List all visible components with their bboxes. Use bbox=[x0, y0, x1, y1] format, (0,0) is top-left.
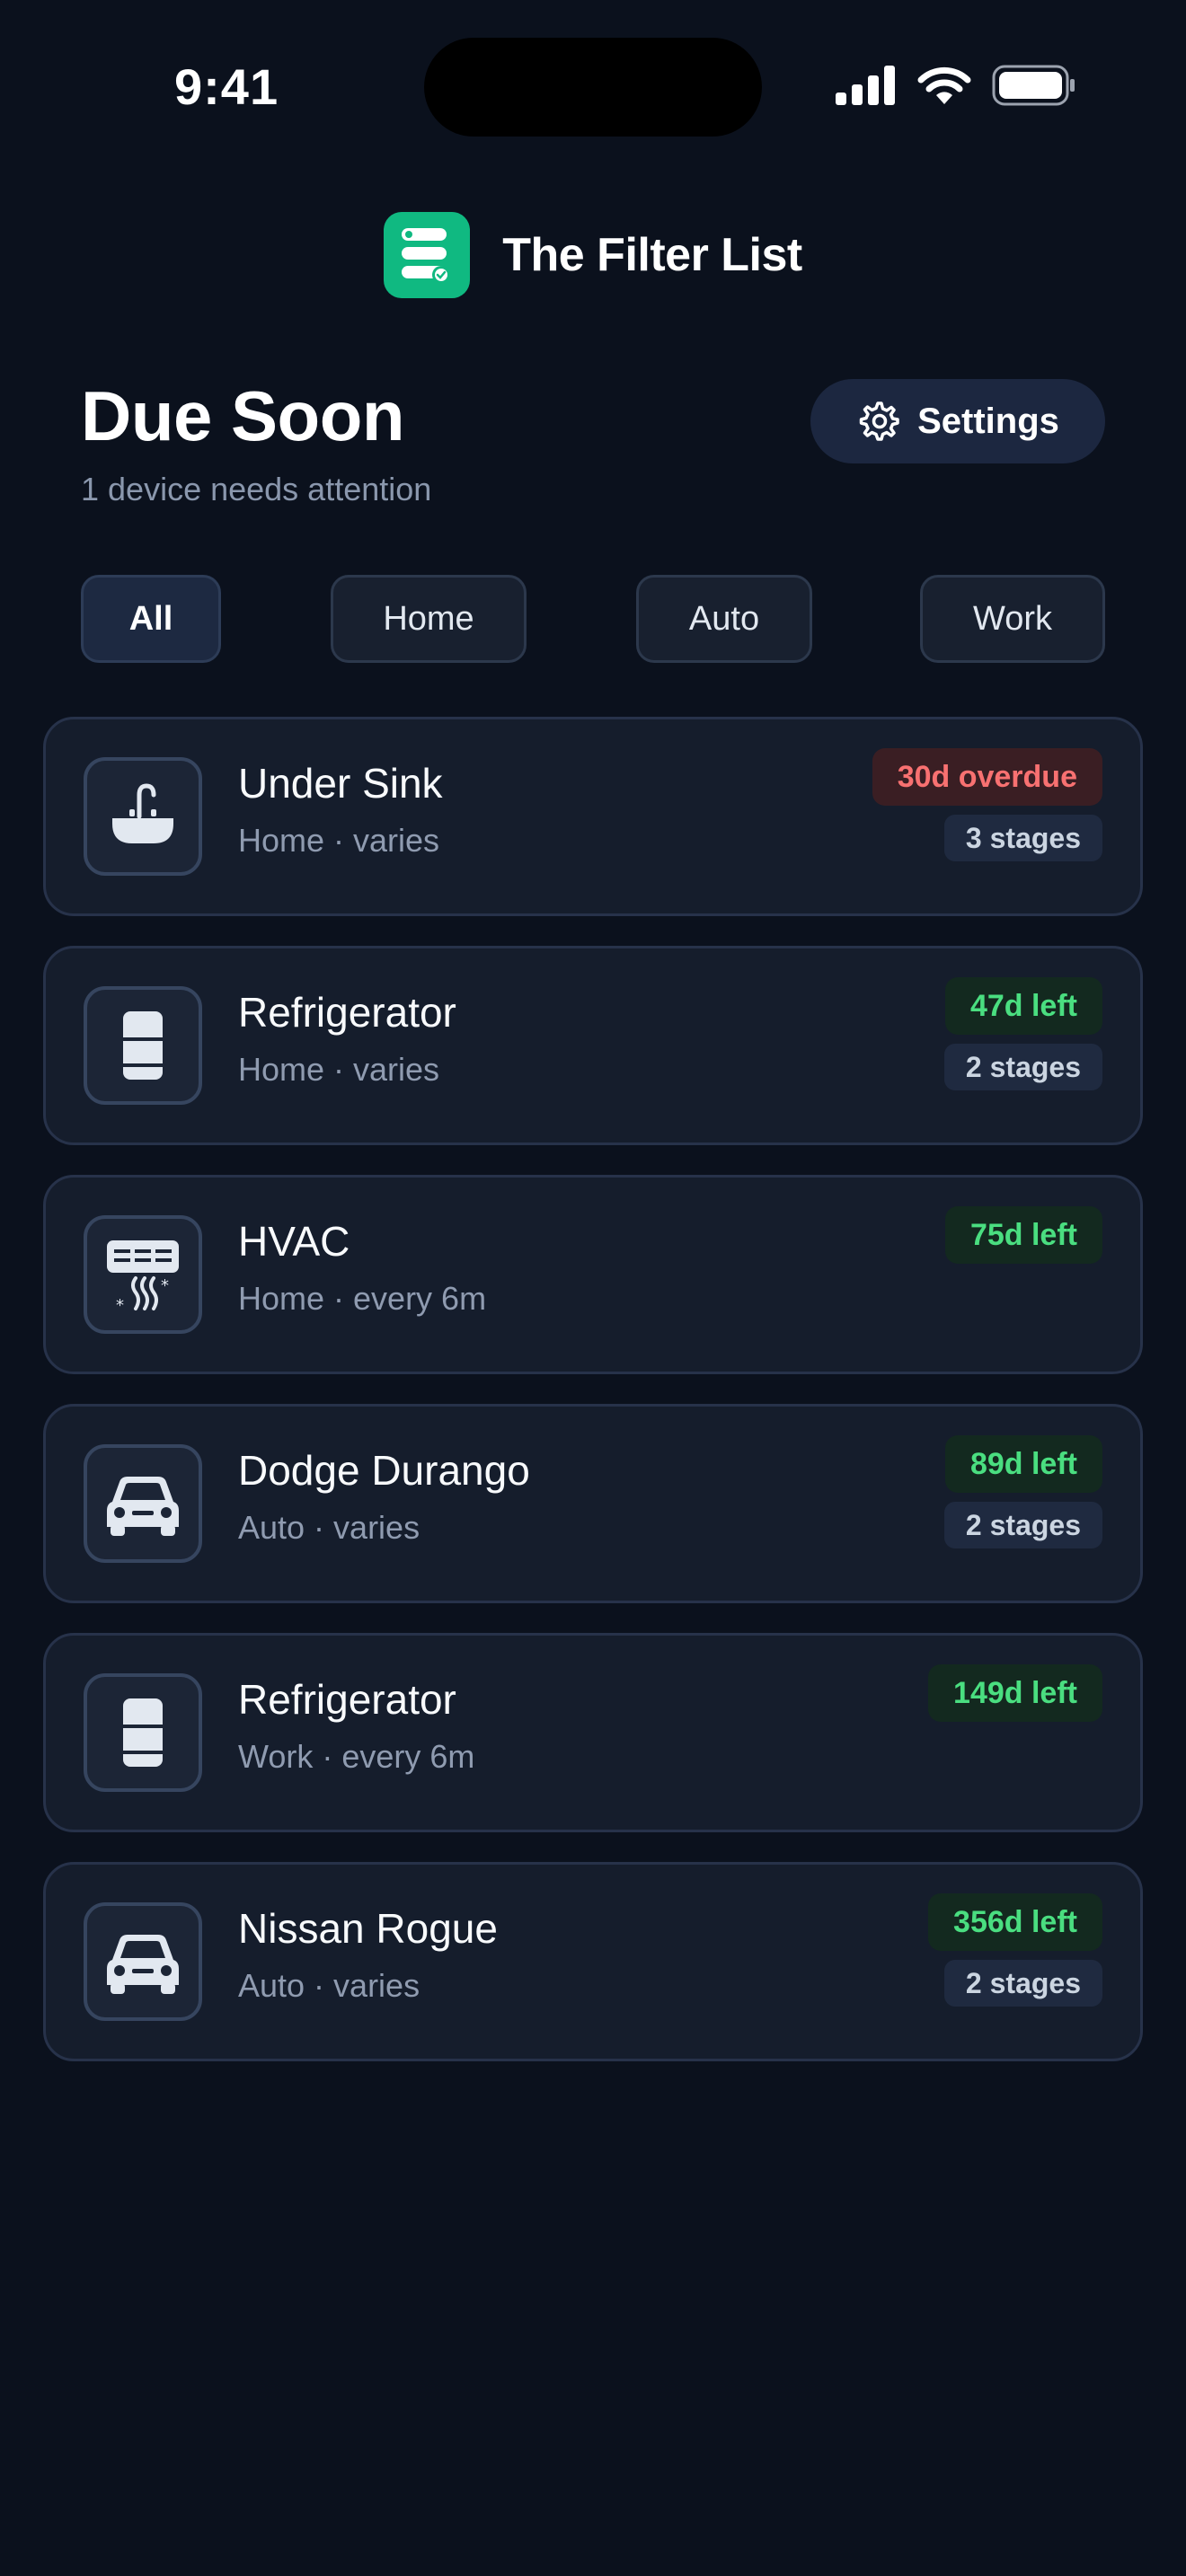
status-icons bbox=[836, 63, 1076, 108]
device-name: Refrigerator bbox=[238, 1676, 456, 1723]
refrigerator-icon bbox=[84, 1673, 202, 1792]
stages-badge: 2 stages bbox=[943, 1960, 1102, 2007]
filter-chip-auto[interactable]: Auto bbox=[636, 575, 812, 663]
device-meta: Auto · varies bbox=[238, 1509, 420, 1546]
device-name: HVAC bbox=[238, 1218, 350, 1265]
air-conditioner-icon: * * bbox=[84, 1215, 202, 1334]
settings-button-label: Settings bbox=[917, 401, 1059, 441]
status-time: 9:41 bbox=[174, 58, 279, 115]
svg-text:*: * bbox=[161, 1276, 169, 1295]
filter-chip-label: Home bbox=[383, 599, 474, 638]
due-badge: 47d left bbox=[944, 977, 1102, 1035]
stages-badge: 2 stages bbox=[943, 1502, 1102, 1548]
device-card-hvac[interactable]: * * HVAC Home · every 6m 75d left bbox=[43, 1175, 1143, 1374]
due-badge: 75d left bbox=[944, 1206, 1102, 1264]
cellular-signal-icon bbox=[836, 66, 895, 105]
wifi-icon bbox=[917, 66, 971, 104]
page-subtitle: 1 device needs attention bbox=[81, 471, 432, 507]
device-meta: Work · every 6m bbox=[238, 1738, 475, 1775]
device-name: Dodge Durango bbox=[238, 1447, 530, 1494]
due-badge: 89d left bbox=[944, 1435, 1102, 1493]
device-name: Nissan Rogue bbox=[238, 1905, 498, 1952]
stages-badge: 2 stages bbox=[943, 1044, 1102, 1090]
settings-button[interactable]: Settings bbox=[810, 379, 1105, 463]
device-meta: Home · every 6m bbox=[238, 1280, 487, 1317]
filter-chip-home[interactable]: Home bbox=[331, 575, 527, 663]
stages-badge: 3 stages bbox=[943, 815, 1102, 861]
dynamic-island bbox=[424, 38, 762, 137]
filter-chip-label: All bbox=[128, 599, 173, 638]
device-name: Under Sink bbox=[238, 760, 443, 807]
filter-chip-work[interactable]: Work bbox=[920, 575, 1105, 663]
device-card-nissan-rogue[interactable]: Nissan Rogue Auto · varies 356d left 2 s… bbox=[43, 1862, 1143, 2061]
page-title: Due Soon bbox=[81, 376, 405, 455]
svg-text:*: * bbox=[116, 1296, 124, 1314]
filter-chip-label: Auto bbox=[688, 599, 760, 638]
due-badge: 30d overdue bbox=[872, 748, 1102, 806]
due-badge: 356d left bbox=[928, 1893, 1102, 1951]
device-meta: Home · varies bbox=[238, 1051, 440, 1088]
device-card-under-sink[interactable]: Under Sink Home · varies 30d overdue 3 s… bbox=[43, 717, 1143, 916]
app-header: The Filter List bbox=[0, 212, 1186, 298]
app-screen: 9:41 The Filter List Due Soon 1 device n… bbox=[0, 0, 1186, 2576]
refrigerator-icon bbox=[84, 986, 202, 1105]
device-name: Refrigerator bbox=[238, 989, 456, 1036]
device-card-refrigerator-work[interactable]: Refrigerator Work · every 6m 149d left bbox=[43, 1633, 1143, 1832]
sink-icon bbox=[84, 757, 202, 876]
app-title: The Filter List bbox=[502, 229, 802, 281]
filter-chip-all[interactable]: All bbox=[81, 575, 221, 663]
device-meta: Auto · varies bbox=[238, 1967, 420, 2004]
gear-icon bbox=[859, 401, 899, 441]
battery-icon bbox=[992, 65, 1075, 106]
car-icon bbox=[84, 1902, 202, 2021]
device-card-dodge-durango[interactable]: Dodge Durango Auto · varies 89d left 2 s… bbox=[43, 1404, 1143, 1603]
device-meta: Home · varies bbox=[238, 822, 440, 859]
due-badge: 149d left bbox=[928, 1664, 1102, 1722]
device-card-refrigerator-home[interactable]: Refrigerator Home · varies 47d left 2 st… bbox=[43, 946, 1143, 1145]
filter-chip-label: Work bbox=[973, 599, 1052, 638]
car-icon bbox=[84, 1444, 202, 1563]
app-logo-icon bbox=[384, 212, 471, 298]
